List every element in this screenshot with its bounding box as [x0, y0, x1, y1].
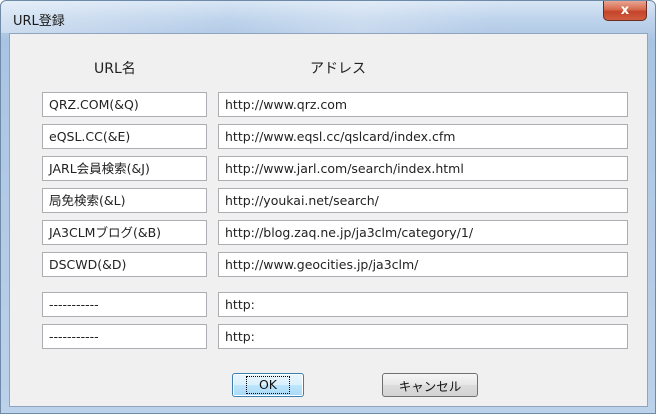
url-name-field-2[interactable]: eQSL.CC(&E)	[42, 124, 207, 149]
column-header-address: アドレス	[310, 61, 366, 77]
url-address-field-4[interactable]: http://youkai.net/search/	[218, 188, 628, 213]
url-name-field-5[interactable]: JA3CLMブログ(&B)	[42, 220, 207, 245]
dialog-client-area: URL名 アドレス QRZ.COM(&Q) http://www.qrz.com…	[9, 33, 648, 407]
url-address-field-5[interactable]: http://blog.zaq.ne.jp/ja3clm/category/1/	[218, 220, 628, 245]
ok-button[interactable]: OK	[232, 373, 304, 397]
url-name-field-1[interactable]: QRZ.COM(&Q)	[42, 92, 207, 117]
url-register-dialog: URL登録 x URL名 アドレス QRZ.COM(&Q) http://www…	[0, 0, 656, 414]
url-address-field-7[interactable]: http:	[218, 292, 628, 317]
url-address-field-2[interactable]: http://www.eqsl.cc/qslcard/index.cfm	[218, 124, 628, 149]
cancel-button[interactable]: キャンセル	[382, 373, 478, 397]
cancel-button-label: キャンセル	[398, 378, 462, 394]
ok-button-label: OK	[245, 376, 291, 394]
url-name-field-8[interactable]: -----------	[42, 324, 207, 349]
url-name-field-6[interactable]: DSCWD(&D)	[42, 252, 207, 277]
window-title: URL登録	[13, 14, 65, 29]
title-bar[interactable]: URL登録 x	[1, 1, 655, 33]
close-button[interactable]: x	[603, 1, 647, 21]
column-header-url-name: URL名	[94, 61, 136, 77]
url-address-field-3[interactable]: http://www.jarl.com/search/index.html	[218, 156, 628, 181]
url-address-field-6[interactable]: http://www.geocities.jp/ja3clm/	[218, 252, 628, 277]
url-name-field-4[interactable]: 局免検索(&L)	[42, 188, 207, 213]
close-icon: x	[620, 3, 630, 18]
url-address-field-8[interactable]: http:	[218, 324, 628, 349]
url-name-field-3[interactable]: JARL会員検索(&J)	[42, 156, 207, 181]
url-name-field-7[interactable]: -----------	[42, 292, 207, 317]
url-address-field-1[interactable]: http://www.qrz.com	[218, 92, 628, 117]
